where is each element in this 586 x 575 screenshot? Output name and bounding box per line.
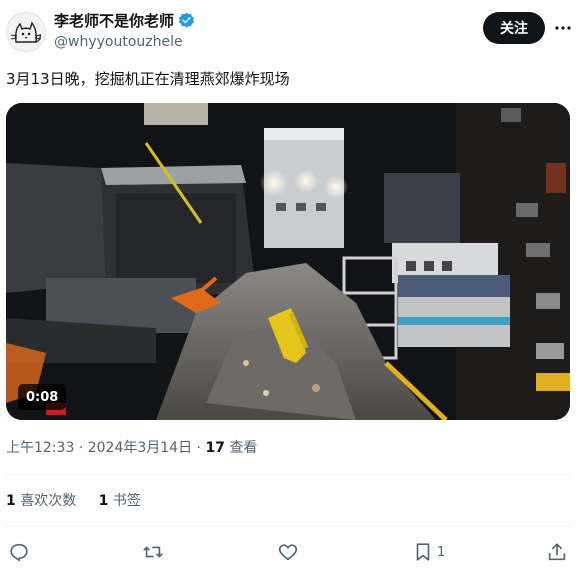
- retweet-icon: [143, 546, 163, 558]
- video-duration-badge: 0:08: [18, 384, 67, 410]
- more-options-button[interactable]: [552, 18, 574, 38]
- share-icon: [548, 543, 566, 561]
- video-frame-image: [6, 103, 570, 420]
- views-count: 17: [205, 440, 225, 456]
- tweet-video[interactable]: 0:08: [6, 103, 570, 420]
- divider: [6, 526, 570, 527]
- retweet-button[interactable]: [142, 540, 164, 564]
- author-name-text: 李老师不是你老师: [54, 12, 175, 30]
- likes-stat[interactable]: 1 喜欢次数: [6, 492, 76, 510]
- bookmarks-count: 1: [98, 493, 109, 509]
- bookmark-icon: [416, 543, 430, 561]
- meta-separator: ·: [78, 440, 84, 456]
- likes-label: 喜欢次数: [20, 493, 77, 509]
- verified-badge-icon: [179, 12, 195, 28]
- likes-count: 1: [6, 493, 16, 509]
- tweet-date[interactable]: 2024年3月14日: [88, 440, 192, 456]
- tweet-meta: 上午12:33 · 2024年3月14日 · 17 查看: [6, 439, 257, 457]
- reply-icon: [10, 543, 28, 562]
- tweet-header: 李老师不是你老师 @whyyoutouzhele 关注: [0, 0, 586, 60]
- meta-separator-2: ·: [196, 440, 201, 456]
- more-dots-icon: [555, 26, 571, 30]
- follow-button[interactable]: 关注: [483, 12, 545, 44]
- like-icon: [278, 544, 298, 561]
- engagement-stats: 1 喜欢次数 1 书签: [6, 492, 159, 510]
- author-handle[interactable]: @whyyoutouzhele: [54, 34, 183, 51]
- share-button[interactable]: [546, 540, 568, 564]
- bookmarks-label: 书签: [112, 493, 141, 509]
- bookmark-count: 1: [437, 544, 446, 560]
- like-button[interactable]: [277, 540, 299, 564]
- divider: [6, 474, 570, 475]
- avatar[interactable]: [6, 12, 46, 52]
- views-label: 查看: [229, 440, 258, 456]
- tweet-text: 3月13日晚，挖掘机正在清理燕郊爆炸现场: [6, 70, 290, 88]
- cat-sketch-avatar-icon: [10, 21, 42, 43]
- bookmark-button[interactable]: 1: [412, 540, 445, 564]
- reply-button[interactable]: [8, 540, 30, 564]
- tweet-time[interactable]: 上午12:33: [6, 440, 74, 456]
- bookmarks-stat[interactable]: 1 书签: [99, 492, 141, 510]
- author-display-name[interactable]: 李老师不是你老师: [54, 12, 195, 30]
